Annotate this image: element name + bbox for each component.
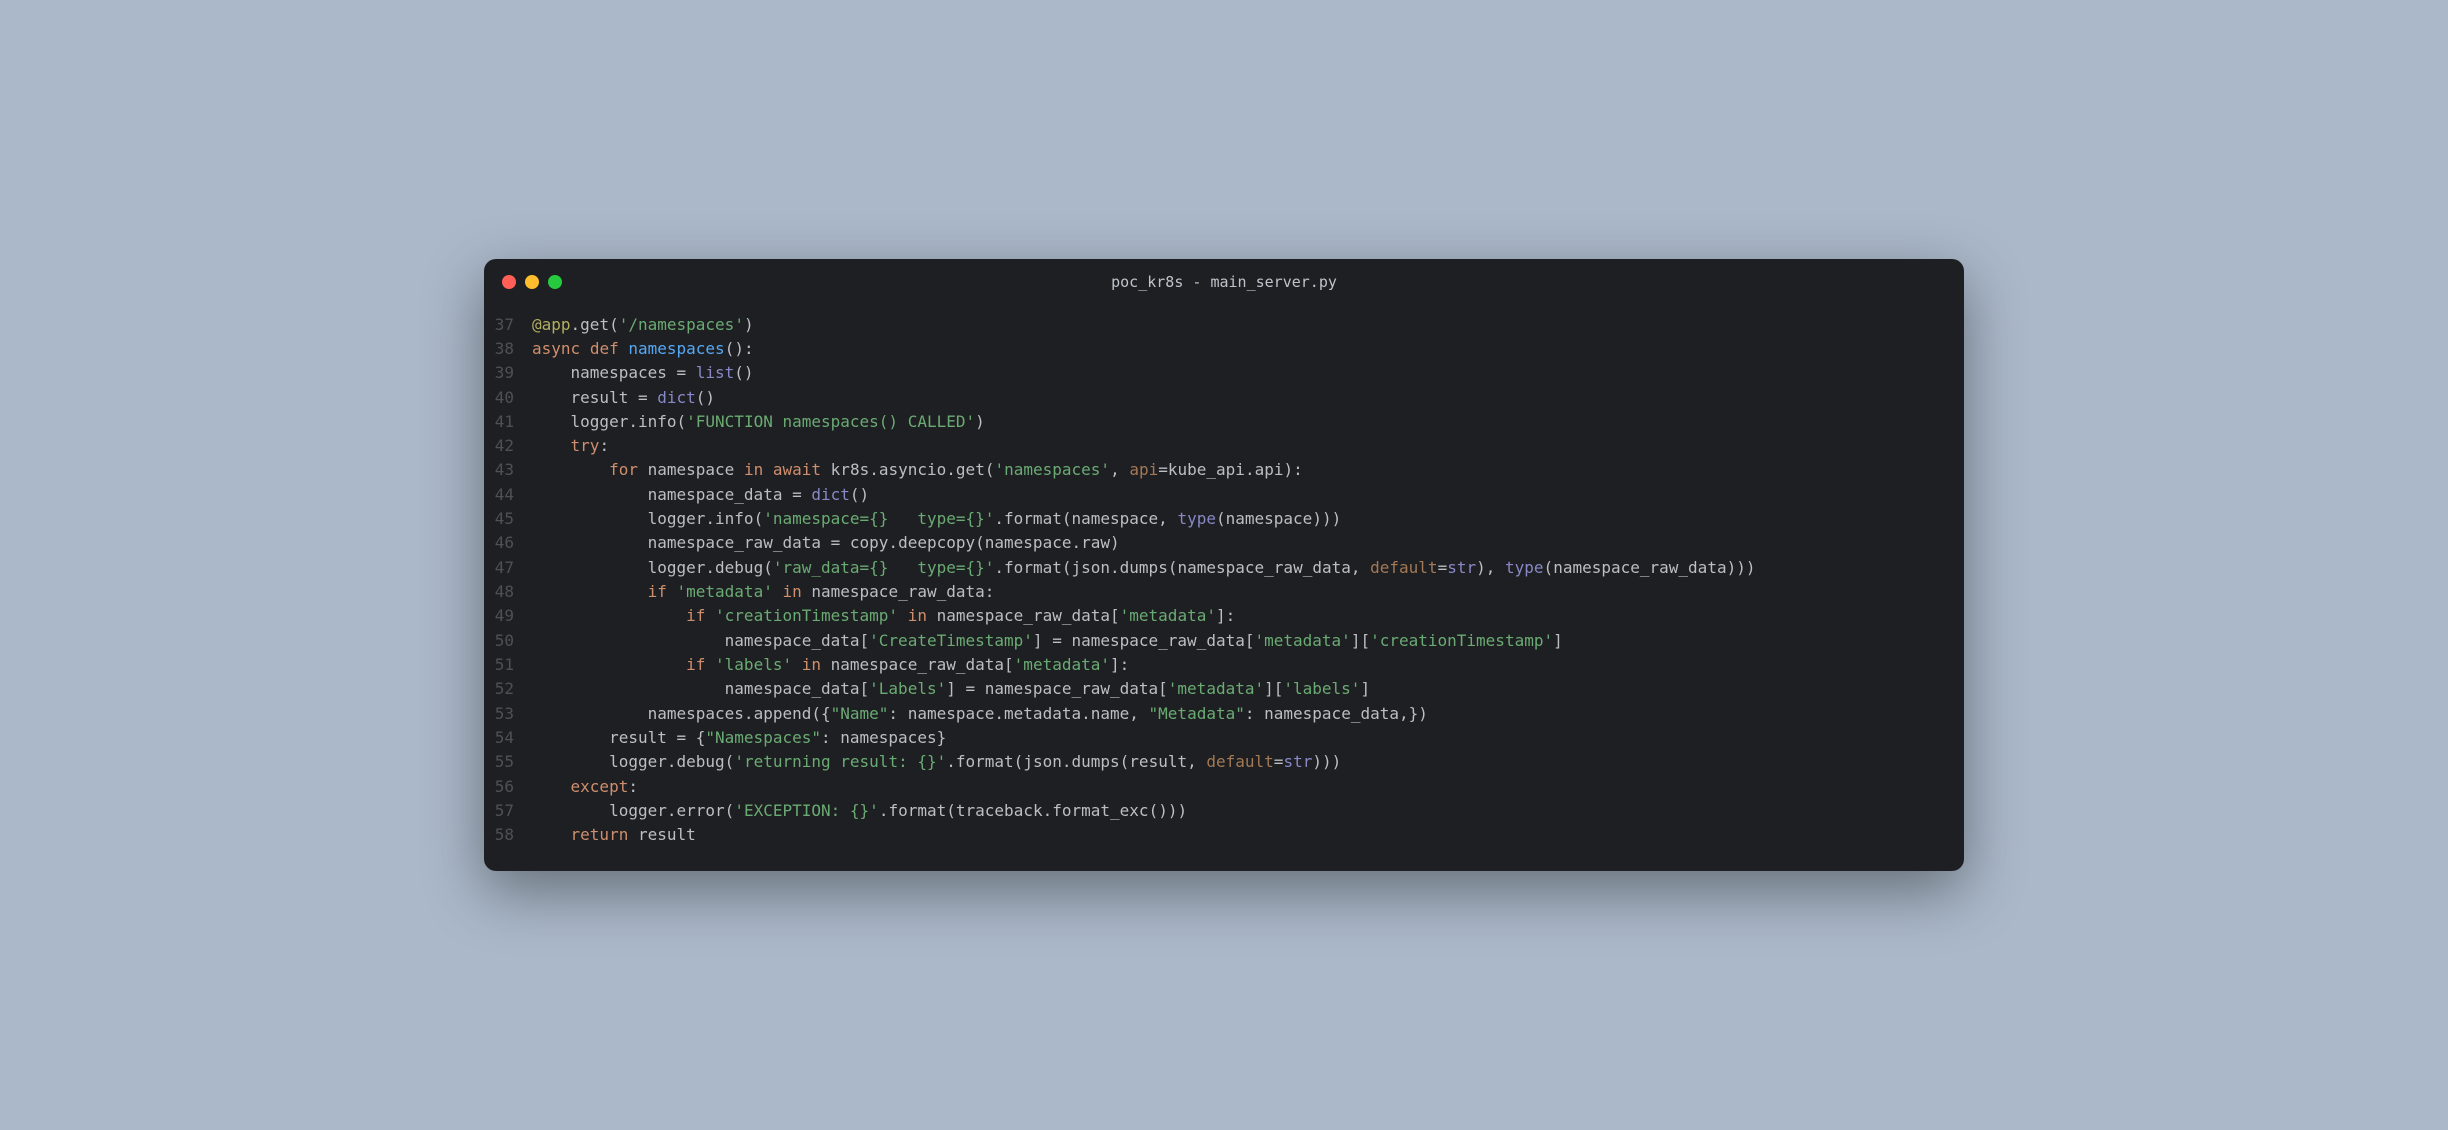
line-number: 39 xyxy=(484,361,532,385)
code-line: 43 for namespace in await kr8s.asyncio.g… xyxy=(484,458,1964,482)
code-line: 56 except: xyxy=(484,775,1964,799)
line-number: 43 xyxy=(484,458,532,482)
line-number: 41 xyxy=(484,410,532,434)
line-number: 42 xyxy=(484,434,532,458)
window-controls xyxy=(502,275,562,289)
code-content: try: xyxy=(532,434,1964,458)
code-content: namespaces = list() xyxy=(532,361,1964,385)
code-line: 58 return result xyxy=(484,823,1964,847)
code-line: 51 if 'labels' in namespace_raw_data['me… xyxy=(484,653,1964,677)
code-line: 39 namespaces = list() xyxy=(484,361,1964,385)
line-number: 53 xyxy=(484,702,532,726)
line-number: 40 xyxy=(484,386,532,410)
code-content: namespace_data['Labels'] = namespace_raw… xyxy=(532,677,1964,701)
code-content: if 'metadata' in namespace_raw_data: xyxy=(532,580,1964,604)
code-line: 47 logger.debug('raw_data={} type={}'.fo… xyxy=(484,556,1964,580)
code-content: result = {"Namespaces": namespaces} xyxy=(532,726,1964,750)
code-content: async def namespaces(): xyxy=(532,337,1964,361)
line-number: 52 xyxy=(484,677,532,701)
line-number: 48 xyxy=(484,580,532,604)
line-number: 55 xyxy=(484,750,532,774)
code-content: logger.error('EXCEPTION: {}'.format(trac… xyxy=(532,799,1964,823)
line-number: 54 xyxy=(484,726,532,750)
maximize-icon[interactable] xyxy=(548,275,562,289)
code-line: 40 result = dict() xyxy=(484,386,1964,410)
line-number: 47 xyxy=(484,556,532,580)
code-content: except: xyxy=(532,775,1964,799)
code-line: 57 logger.error('EXCEPTION: {}'.format(t… xyxy=(484,799,1964,823)
code-line: 45 logger.info('namespace={} type={}'.fo… xyxy=(484,507,1964,531)
close-icon[interactable] xyxy=(502,275,516,289)
code-editor[interactable]: 37@app.get('/namespaces')38async def nam… xyxy=(484,305,1964,872)
code-content: if 'labels' in namespace_raw_data['metad… xyxy=(532,653,1964,677)
code-line: 54 result = {"Namespaces": namespaces} xyxy=(484,726,1964,750)
code-line: 48 if 'metadata' in namespace_raw_data: xyxy=(484,580,1964,604)
code-content: namespace_raw_data = copy.deepcopy(names… xyxy=(532,531,1964,555)
line-number: 51 xyxy=(484,653,532,677)
window-title: poc_kr8s - main_server.py xyxy=(502,273,1946,291)
minimize-icon[interactable] xyxy=(525,275,539,289)
code-content: namespace_data['CreateTimestamp'] = name… xyxy=(532,629,1964,653)
code-line: 50 namespace_data['CreateTimestamp'] = n… xyxy=(484,629,1964,653)
code-content: @app.get('/namespaces') xyxy=(532,313,1964,337)
code-line: 44 namespace_data = dict() xyxy=(484,483,1964,507)
line-number: 44 xyxy=(484,483,532,507)
line-number: 56 xyxy=(484,775,532,799)
code-content: logger.debug('raw_data={} type={}'.forma… xyxy=(532,556,1964,580)
code-content: logger.debug('returning result: {}'.form… xyxy=(532,750,1964,774)
line-number: 50 xyxy=(484,629,532,653)
line-number: 37 xyxy=(484,313,532,337)
line-number: 38 xyxy=(484,337,532,361)
code-line: 49 if 'creationTimestamp' in namespace_r… xyxy=(484,604,1964,628)
line-number: 45 xyxy=(484,507,532,531)
code-line: 41 logger.info('FUNCTION namespaces() CA… xyxy=(484,410,1964,434)
code-content: namespaces.append({"Name": namespace.met… xyxy=(532,702,1964,726)
code-line: 37@app.get('/namespaces') xyxy=(484,313,1964,337)
code-content: if 'creationTimestamp' in namespace_raw_… xyxy=(532,604,1964,628)
code-content: logger.info('namespace={} type={}'.forma… xyxy=(532,507,1964,531)
line-number: 57 xyxy=(484,799,532,823)
window-titlebar: poc_kr8s - main_server.py xyxy=(484,259,1964,305)
code-content: logger.info('FUNCTION namespaces() CALLE… xyxy=(532,410,1964,434)
code-line: 38async def namespaces(): xyxy=(484,337,1964,361)
code-content: namespace_data = dict() xyxy=(532,483,1964,507)
code-line: 55 logger.debug('returning result: {}'.f… xyxy=(484,750,1964,774)
line-number: 49 xyxy=(484,604,532,628)
line-number: 58 xyxy=(484,823,532,847)
code-content: result = dict() xyxy=(532,386,1964,410)
code-content: return result xyxy=(532,823,1964,847)
code-line: 52 namespace_data['Labels'] = namespace_… xyxy=(484,677,1964,701)
code-line: 53 namespaces.append({"Name": namespace.… xyxy=(484,702,1964,726)
code-line: 42 try: xyxy=(484,434,1964,458)
code-line: 46 namespace_raw_data = copy.deepcopy(na… xyxy=(484,531,1964,555)
code-content: for namespace in await kr8s.asyncio.get(… xyxy=(532,458,1964,482)
line-number: 46 xyxy=(484,531,532,555)
editor-window: poc_kr8s - main_server.py 37@app.get('/n… xyxy=(484,259,1964,872)
